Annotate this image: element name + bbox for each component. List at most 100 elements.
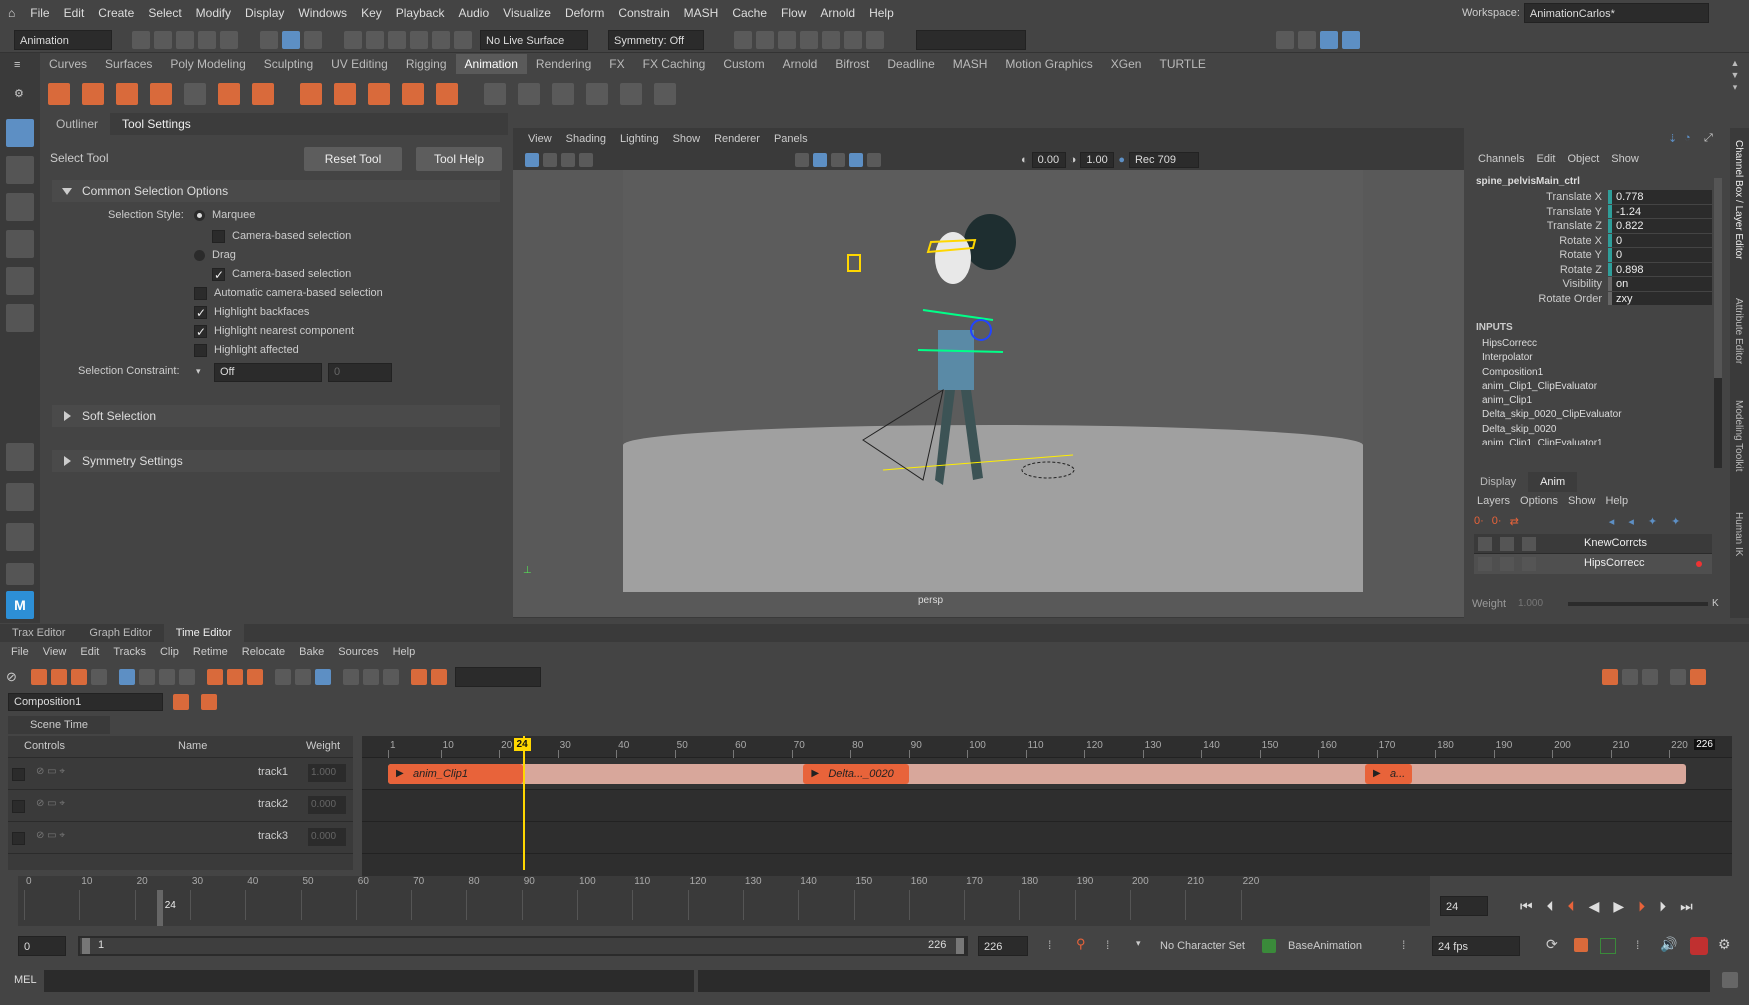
hypershade-icon[interactable] [822,31,840,49]
xray-icon[interactable] [849,153,863,167]
menu-display[interactable]: Display [238,6,291,20]
paint-weights-icon[interactable] [436,83,458,105]
four-view-icon[interactable] [6,483,34,511]
track-row[interactable]: ⊘ ▭ ⌖ track1 1.000 [8,758,353,790]
track-name[interactable]: track3 [258,830,288,842]
shelf-tab-xgen[interactable]: XGen [1102,54,1151,74]
blend-clip-icon[interactable] [184,83,206,105]
split-clip-icon[interactable] [226,669,243,685]
loop-clip-icon[interactable] [294,669,311,685]
tool-help-button[interactable]: Tool Help [416,147,502,171]
frame-all-icon[interactable] [1602,669,1618,685]
input-item[interactable]: Interpolator [1468,351,1712,365]
input-item[interactable]: Delta_skip_0020 [1468,423,1712,437]
channels-object-menu[interactable]: Object [1561,153,1605,165]
input-item[interactable]: Composition1 [1468,366,1712,380]
menuset-dropdown[interactable]: Animation [14,30,112,50]
snap-view-icon[interactable] [410,31,428,49]
shelf-tab-rigging[interactable]: Rigging [397,54,456,74]
anim-layer-row[interactable]: HipsCorrecc [1474,554,1712,574]
selection-constraint-dropdown[interactable]: Off [214,363,322,382]
shelf-scroll[interactable]: ▲ ▼ ▾ [1728,57,1742,109]
end-frame-marker[interactable]: 226 [1694,739,1715,750]
wireframe-icon[interactable] [795,153,809,167]
scene-time-tab[interactable]: Scene Time [8,716,110,734]
snap-together-icon[interactable] [454,31,472,49]
rotate-tool-icon[interactable] [6,267,34,295]
input-item[interactable]: Delta_skip_0020_ClipEvaluator [1468,408,1712,422]
menu-help[interactable]: Help [862,6,901,20]
frame-playback-icon[interactable] [1622,669,1638,685]
menu-windows[interactable]: Windows [291,6,354,20]
shelf-tab-bifrost[interactable]: Bifrost [826,54,878,74]
insert-clip-icon[interactable] [50,669,67,685]
shelf-tab-surfaces[interactable]: Surfaces [96,54,161,74]
camera-based-checkbox-2[interactable] [212,266,225,285]
track-mute-icon[interactable]: ⊘ ▭ ⌖ [36,766,65,777]
channel-box-pin-icon[interactable]: ⇣ [1668,132,1677,145]
arnold-render-icon[interactable] [844,31,862,49]
go-to-end-icon[interactable]: ⏭ [1680,898,1693,915]
scale-constraint-icon[interactable] [586,83,608,105]
select-component-icon[interactable] [304,31,322,49]
exposure-field[interactable]: 0.00 [1031,152,1066,168]
range-end-handle[interactable] [956,938,964,954]
select-object-icon[interactable] [282,31,300,49]
duplicate-composition-icon[interactable] [201,694,217,710]
shelf-tab-arnold[interactable]: Arnold [774,54,827,74]
tab-tool-settings[interactable]: Tool Settings [110,113,203,135]
menu-playback[interactable]: Playback [389,6,452,20]
exposure-icon[interactable]: ◐ [1021,154,1028,166]
time-slider[interactable]: 0 10 20 30 40 50 60 70 80 90 100 110 120 130 140 150 160… [18,876,1430,926]
layer-name[interactable]: HipsCorrecc [1584,557,1645,569]
move-clip-icon[interactable] [158,669,175,685]
channel-rotate-order[interactable]: Rotate Order zxy [1468,291,1712,307]
menu-file[interactable]: File [23,6,56,20]
replace-clip-icon[interactable] [70,669,87,685]
user-login-dropdown[interactable] [916,30,1026,50]
layer-tab-anim[interactable]: Anim [1528,472,1578,492]
script-editor-icon[interactable] [1722,972,1738,988]
layer-lock-icon[interactable] [1478,557,1492,571]
camera-based-option-2[interactable]: Camera-based selection [212,265,351,285]
two-view-icon[interactable] [6,523,34,551]
play-backwards-icon[interactable]: ◀ [1589,898,1600,915]
shelf-tab-poly-modeling[interactable]: Poly Modeling [161,54,254,74]
bind-skin-icon[interactable] [402,83,424,105]
viewport-canvas[interactable]: persp ⊥ [513,170,1464,617]
timeline-track-lane[interactable] [362,822,1732,854]
shelf-tab-deadline[interactable]: Deadline [878,54,943,74]
group-clips-icon[interactable] [274,669,291,685]
split-view-icon[interactable] [178,669,195,685]
menu-select[interactable]: Select [141,6,188,20]
ipr-render-icon[interactable] [778,31,796,49]
layer-weight-key-icon[interactable]: K [1712,598,1719,609]
bake-icon[interactable] [252,83,274,105]
scale-tool-icon[interactable] [6,304,34,332]
tab-graph-editor[interactable]: Graph Editor [77,624,163,642]
step-forward-frame-icon[interactable]: ⏵ [1659,898,1666,915]
single-view-icon[interactable] [6,443,34,471]
outliner-view-icon[interactable] [6,563,34,585]
track-name[interactable]: track2 [258,798,288,810]
playblast-icon[interactable] [48,83,70,105]
menu-mash[interactable]: MASH [677,6,726,20]
range-start-handle[interactable] [82,938,90,954]
channels-show-menu[interactable]: Show [1605,153,1645,165]
track-enable-checkbox[interactable] [12,768,25,782]
aim-constraint-icon[interactable] [620,83,642,105]
add-clip-icon[interactable] [30,669,47,685]
trim-start-icon[interactable] [206,669,223,685]
ik-handle-icon[interactable] [334,83,356,105]
marquee-radio[interactable] [194,209,205,221]
snap-grid-icon[interactable] [344,31,362,49]
drag-radio[interactable] [194,249,205,261]
track-row[interactable]: ⊘ ▭ ⌖ track2 0.000 [8,790,353,822]
layer-mute-icon[interactable] [1522,557,1536,571]
audio-track-icon[interactable] [342,669,359,685]
modeling-toolkit-icon[interactable] [1276,31,1294,49]
select-hierarchy-icon[interactable] [260,31,278,49]
move-layer-down-icon[interactable]: ◂ [1628,515,1634,528]
fps-dropdown[interactable]: 24 fps [1432,936,1520,956]
render-current-icon[interactable] [756,31,774,49]
